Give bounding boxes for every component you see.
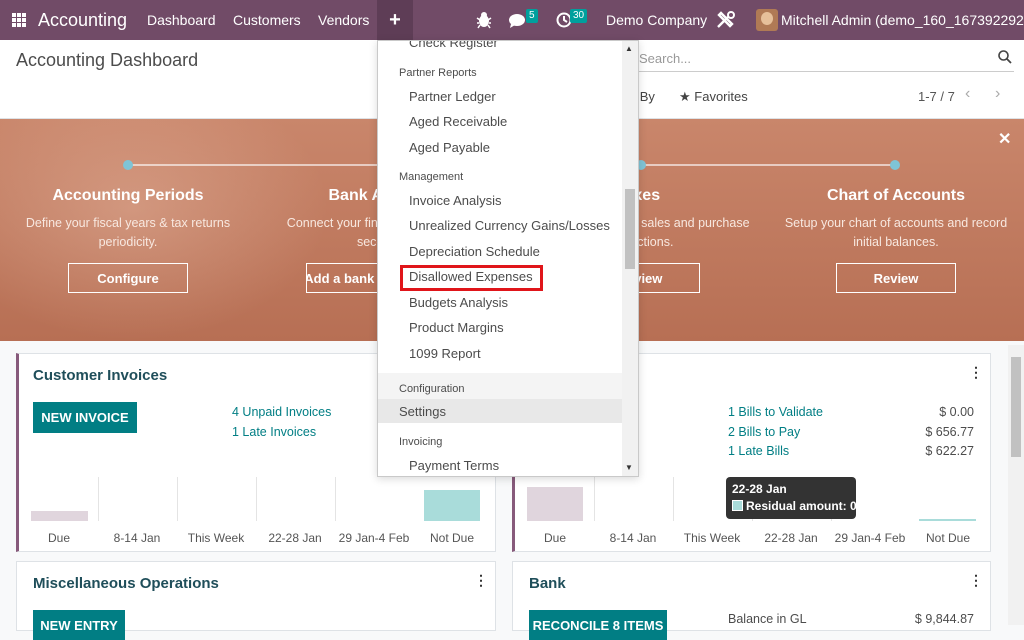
page-scrollbar[interactable] xyxy=(1008,345,1024,625)
chat-icon[interactable] xyxy=(508,13,528,29)
bills-to-validate-link[interactable]: 1 Bills to Validate xyxy=(728,405,823,419)
step-chart-of-accounts: Chart of Accounts Setup your chart of ac… xyxy=(781,187,1011,252)
menu-item-check-register[interactable]: Check Register xyxy=(409,41,498,50)
chart-label: Due xyxy=(47,531,70,545)
menu-item-invoice-analysis[interactable]: Invoice Analysis xyxy=(409,193,502,208)
menu-item-budgets-analysis[interactable]: Budgets Analysis xyxy=(409,295,508,310)
pager-previous-icon[interactable]: ‹ xyxy=(965,85,970,103)
menu-item-partner-ledger[interactable]: Partner Ledger xyxy=(409,89,496,104)
menu-item-payment-terms[interactable]: Payment Terms xyxy=(409,458,499,473)
more-menu-plus-button[interactable]: + xyxy=(377,0,413,40)
step-accounting-periods: Accounting Periods Define your fiscal ye… xyxy=(13,187,243,252)
section-management: Management xyxy=(399,171,464,183)
step-description: Setup your chart of accounts and record … xyxy=(784,216,1008,249)
tooltip-title: 22-28 Jan xyxy=(732,482,787,496)
card-menu-kebab-icon[interactable]: ⋮ xyxy=(969,364,983,381)
menu-item-aged-payable[interactable]: Aged Payable xyxy=(409,140,490,155)
tools-icon[interactable] xyxy=(716,11,736,29)
bills-to-pay-amount: $ 656.77 xyxy=(925,425,974,439)
chart-label: 22-28 Jan xyxy=(268,531,322,545)
late-invoices-link[interactable]: 1 Late Invoices xyxy=(232,425,316,439)
star-icon: ★ xyxy=(679,89,691,104)
menu-vendors[interactable]: Vendors xyxy=(318,0,369,40)
menu-item-unrealized-gains[interactable]: Unrealized Currency Gains/Losses xyxy=(409,218,610,233)
card-title[interactable]: Customer Invoices xyxy=(33,367,167,384)
bills-to-validate-amount: $ 0.00 xyxy=(939,405,974,419)
search-input[interactable]: Search... xyxy=(639,51,691,66)
menu-item-product-margins[interactable]: Product Margins xyxy=(409,320,504,335)
pager-value[interactable]: 1-7 / 7 xyxy=(918,89,955,104)
chart-label: Not Due xyxy=(925,531,971,545)
chart-label: 8-14 Jan xyxy=(609,531,657,545)
apps-menu-icon[interactable] xyxy=(12,13,26,27)
menu-item-disallowed-expenses[interactable]: Disallowed Expenses xyxy=(409,269,533,284)
tooltip-swatch xyxy=(732,500,743,511)
scrollbar-thumb[interactable] xyxy=(1011,357,1021,457)
new-invoice-button[interactable]: NEW INVOICE xyxy=(33,402,137,433)
scrollbar-thumb[interactable] xyxy=(625,189,635,269)
card-title[interactable]: Bank xyxy=(529,575,566,592)
tooltip-value: Residual amount: 0 xyxy=(746,499,857,513)
dropdown-scrollbar[interactable]: ▲ ▼ xyxy=(622,41,638,476)
menu-item-1099-report[interactable]: 1099 Report xyxy=(409,346,481,361)
chart-label: This Week xyxy=(187,531,245,545)
chart-bar[interactable] xyxy=(919,519,976,521)
unpaid-invoices-link[interactable]: 4 Unpaid Invoices xyxy=(232,405,331,419)
user-avatar[interactable] xyxy=(756,9,778,31)
card-title[interactable]: Miscellaneous Operations xyxy=(33,575,219,592)
top-navbar: Accounting Dashboard Customers Vendors +… xyxy=(0,0,1024,40)
close-banner-icon[interactable]: ✕ xyxy=(998,129,1011,149)
late-bills-link[interactable]: 1 Late Bills xyxy=(728,444,789,458)
chat-count-badge: 5 xyxy=(526,9,538,23)
section-configuration: Configuration xyxy=(399,383,465,395)
section-invoicing: Invoicing xyxy=(399,436,443,448)
chart-label: This Week xyxy=(683,531,741,545)
chart-label: 22-28 Jan xyxy=(764,531,818,545)
chart-label: 29 Jan-4 Feb xyxy=(338,531,410,545)
section-partner-reports: Partner Reports xyxy=(399,67,477,79)
user-menu[interactable]: Mitchell Admin (demo_160_1673922929) xyxy=(781,0,1024,40)
chart-bar[interactable] xyxy=(31,511,88,521)
chart-label: Due xyxy=(543,531,566,545)
menu-item-aged-receivable[interactable]: Aged Receivable xyxy=(409,114,507,129)
new-entry-button[interactable]: NEW ENTRY xyxy=(33,610,125,640)
favorites-button[interactable]: ★ Favorites xyxy=(679,89,748,105)
step-title: Accounting Periods xyxy=(52,187,204,204)
reconcile-button[interactable]: RECONCILE 8 ITEMS xyxy=(529,610,667,640)
pager-next-icon[interactable]: › xyxy=(995,85,1000,103)
menu-item-settings[interactable]: Settings xyxy=(399,404,446,419)
breadcrumb: Accounting Dashboard xyxy=(16,50,199,70)
chart-label: 29 Jan-4 Feb xyxy=(834,531,906,545)
scroll-up-icon[interactable]: ▲ xyxy=(625,44,633,53)
balance-amount: $ 9,844.87 xyxy=(914,612,974,626)
menu-customers[interactable]: Customers xyxy=(233,0,301,40)
review-chart-button[interactable]: Review xyxy=(836,263,956,293)
chart-label: Not Due xyxy=(429,531,475,545)
app-title[interactable]: Accounting xyxy=(38,0,127,40)
chart-bar[interactable] xyxy=(527,487,583,521)
step-description: Define your fiscal years & tax returns p… xyxy=(25,216,231,249)
company-switcher[interactable]: Demo Company xyxy=(606,0,707,40)
card-menu-kebab-icon[interactable]: ⋮ xyxy=(969,572,983,589)
configure-button[interactable]: Configure xyxy=(68,263,188,293)
bills-to-pay-link[interactable]: 2 Bills to Pay xyxy=(728,425,800,439)
search-icon[interactable] xyxy=(998,50,1012,64)
step-title: Chart of Accounts xyxy=(826,187,966,204)
scroll-down-icon[interactable]: ▼ xyxy=(625,463,633,472)
chart-tooltip: 22-28 Jan Residual amount: 0 xyxy=(726,477,857,519)
bug-icon[interactable] xyxy=(476,11,492,29)
menu-dashboard[interactable]: Dashboard xyxy=(147,0,216,40)
step-dot xyxy=(890,160,900,170)
chart-bar[interactable] xyxy=(424,490,480,521)
more-menu-dropdown: Check Register Partner Reports Partner L… xyxy=(377,40,639,477)
search-box[interactable]: Search... xyxy=(639,46,1014,72)
activity-count-badge: 30 xyxy=(570,9,588,23)
favorites-label: Favorites xyxy=(694,89,748,104)
menu-item-depreciation-schedule[interactable]: Depreciation Schedule xyxy=(409,244,540,259)
late-bills-amount: $ 622.27 xyxy=(925,444,974,458)
step-dot xyxy=(123,160,133,170)
balance-label: Balance in GL xyxy=(728,612,807,626)
card-menu-kebab-icon[interactable]: ⋮ xyxy=(474,572,488,589)
chart-label: 8-14 Jan xyxy=(113,531,161,545)
